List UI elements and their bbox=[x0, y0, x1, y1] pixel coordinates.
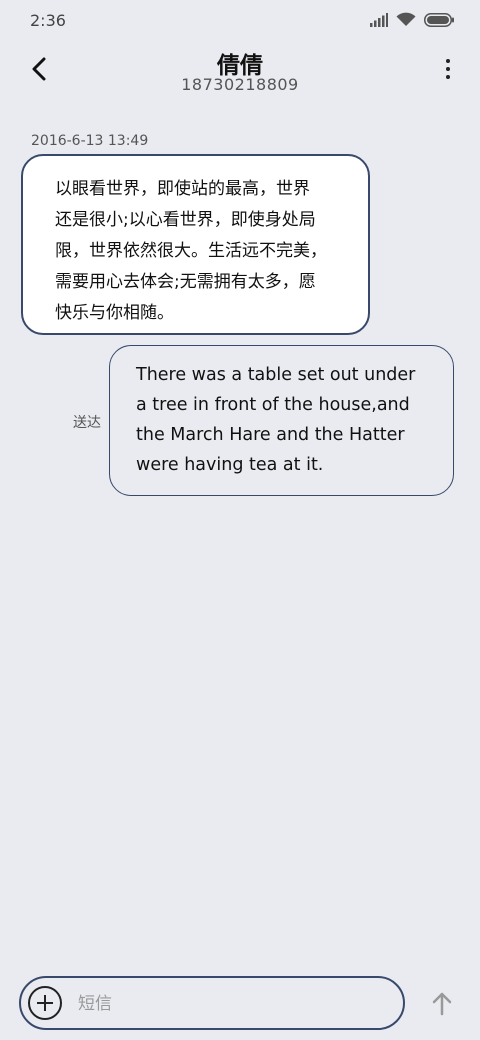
conversation-header: 倩倩 18730218809 bbox=[0, 40, 480, 110]
message-line: 还是很小;以心看世界，即使身处局 bbox=[55, 210, 316, 230]
message-line: the March Hare and the Hatter bbox=[136, 425, 405, 445]
message-line: 限，世界依然很大。生活远不完美， bbox=[55, 241, 327, 261]
more-options-icon-dot bbox=[446, 67, 450, 71]
more-options-button[interactable] bbox=[438, 54, 458, 84]
message-line: a tree in front of the house,and bbox=[136, 395, 410, 415]
message-line: 需要用心去体会;无需拥有太多，愿 bbox=[55, 272, 316, 292]
message-line: 快乐与你相随。 bbox=[55, 303, 174, 323]
outgoing-message-bubble[interactable]: There was a table set out under a tree i… bbox=[109, 345, 454, 496]
send-icon[interactable] bbox=[428, 990, 456, 1018]
signal-icon bbox=[370, 12, 388, 27]
incoming-message-bubble[interactable]: 以眼看世界，即使站的最高，世界 还是很小;以心看世界，即使身处局 限，世界依然很… bbox=[21, 154, 370, 335]
sms-input[interactable] bbox=[76, 988, 380, 1020]
message-timestamp: 2016-6-13 13:49 bbox=[31, 133, 149, 149]
battery-icon bbox=[424, 12, 454, 27]
wifi-icon bbox=[396, 12, 416, 26]
more-options-icon bbox=[446, 59, 450, 63]
message-line: There was a table set out under bbox=[136, 365, 416, 385]
more-options-icon-dot bbox=[446, 75, 450, 79]
message-line: 以眼看世界，即使站的最高，世界 bbox=[55, 179, 310, 199]
status-bar: 2:36 bbox=[0, 0, 480, 40]
delivery-status: 送达 bbox=[73, 415, 101, 431]
message-line: were having tea at it. bbox=[136, 455, 324, 475]
status-time: 2:36 bbox=[30, 11, 66, 30]
message-composer bbox=[19, 976, 405, 1030]
status-icons bbox=[370, 12, 454, 27]
add-icon[interactable] bbox=[28, 986, 62, 1020]
phone-number: 18730218809 bbox=[181, 75, 299, 94]
